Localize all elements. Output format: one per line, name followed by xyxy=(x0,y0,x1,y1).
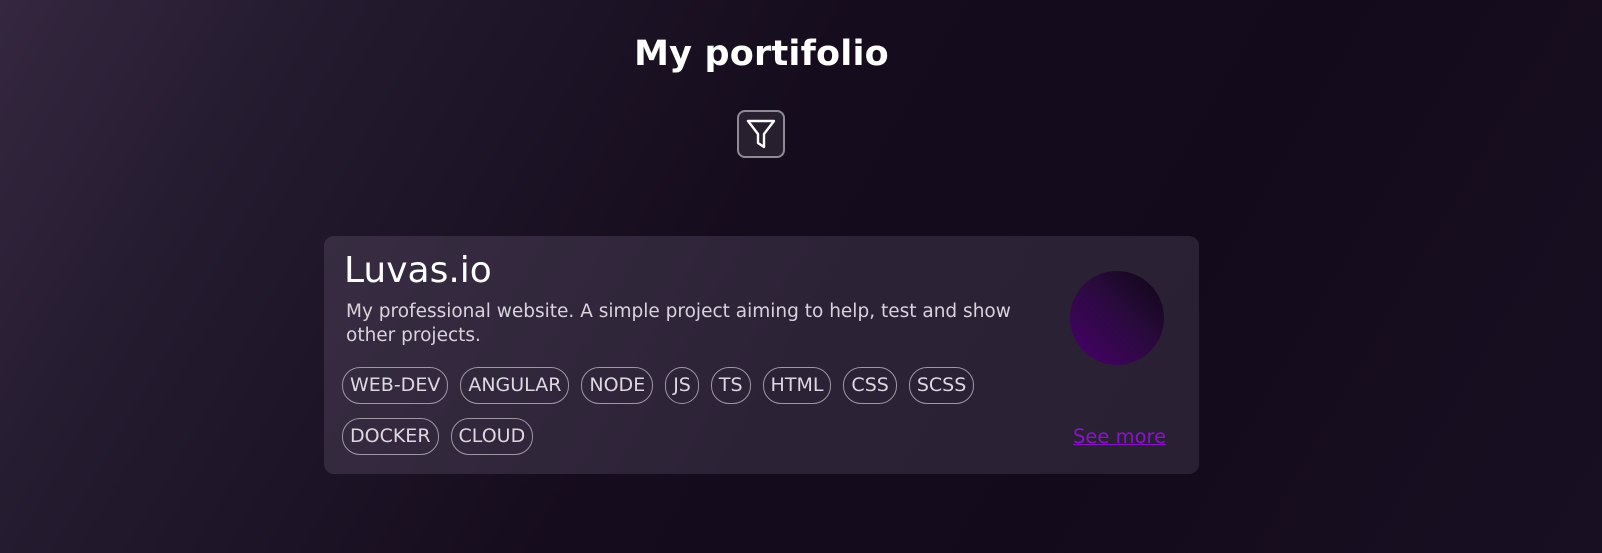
project-thumbnail xyxy=(1070,271,1164,365)
filter-icon xyxy=(746,119,776,149)
project-card: Luvas.io My professional website. A simp… xyxy=(324,236,1199,474)
project-description: My professional website. A simple projec… xyxy=(346,301,1011,346)
tag-css[interactable]: CSS xyxy=(843,367,897,404)
project-tags: WEB-DEV ANGULAR NODE JS TS HTML CSS SCSS… xyxy=(342,367,1002,455)
tag-cloud[interactable]: CLOUD xyxy=(450,418,534,455)
tag-angular[interactable]: ANGULAR xyxy=(460,367,570,404)
see-more-link[interactable]: See more xyxy=(1073,425,1166,448)
tag-web-dev[interactable]: WEB-DEV xyxy=(342,367,449,404)
tag-node[interactable]: NODE xyxy=(581,367,654,404)
tag-html[interactable]: HTML xyxy=(762,367,832,404)
tag-docker[interactable]: DOCKER xyxy=(342,418,439,455)
tag-js[interactable]: JS xyxy=(665,367,699,404)
tag-ts[interactable]: TS xyxy=(710,367,751,404)
tag-scss[interactable]: SCSS xyxy=(908,367,975,404)
page-title: My portifolio xyxy=(634,34,889,74)
filter-button[interactable] xyxy=(737,110,785,158)
project-title: Luvas.io xyxy=(344,250,492,291)
